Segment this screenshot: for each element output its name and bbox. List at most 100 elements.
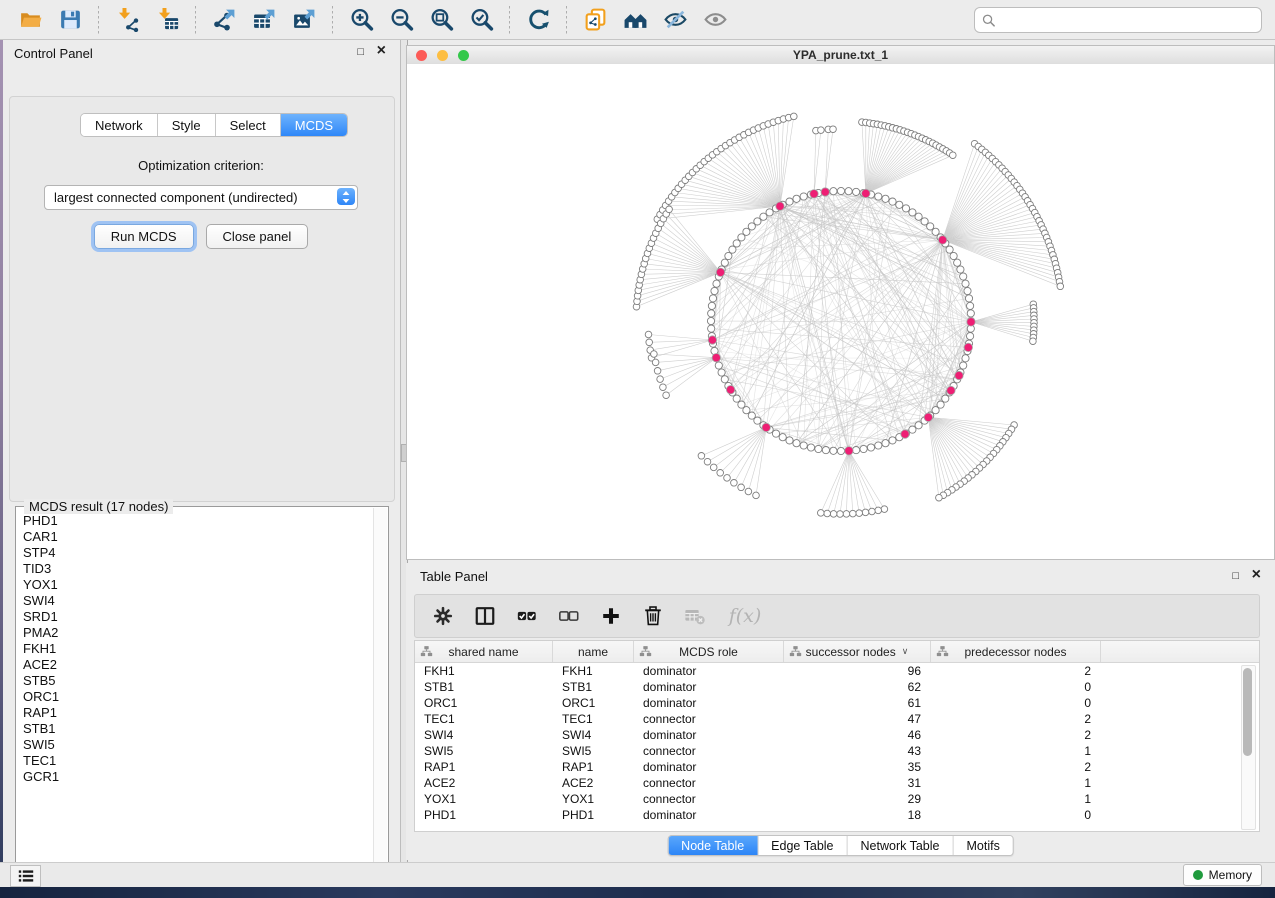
select-all-rows-button[interactable] (513, 602, 541, 630)
table-cell: 2 (931, 759, 1101, 775)
table-cell: STB1 (553, 679, 634, 695)
export-image-button[interactable] (284, 3, 324, 37)
deselect-all-rows-button[interactable] (555, 602, 583, 630)
mcds-result-item[interactable]: STP4 (17, 545, 374, 561)
first-neighbors-button[interactable] (615, 3, 655, 37)
memory-button[interactable]: Memory (1183, 864, 1262, 886)
toolbar-separator (195, 6, 196, 34)
tab-mcds[interactable]: MCDS (281, 114, 347, 136)
hide-selected-button[interactable] (655, 3, 695, 37)
table-row[interactable]: ACE2ACE2connector311 (415, 775, 1259, 791)
table-settings-button[interactable] (429, 602, 457, 630)
tab-network-table[interactable]: Network Table (848, 836, 954, 855)
open-file-button[interactable] (10, 3, 50, 37)
clone-network-button[interactable] (575, 3, 615, 37)
add-column-button[interactable] (597, 602, 625, 630)
mcds-result-list[interactable]: PHD1CAR1STP4TID3YOX1SWI4SRD1PMA2FKH1ACE2… (17, 513, 374, 878)
table-row[interactable]: SWI4SWI4dominator462 (415, 727, 1259, 743)
table-row[interactable]: STB1STB1dominator620 (415, 679, 1259, 695)
table-row[interactable]: RAP1RAP1dominator352 (415, 759, 1259, 775)
close-panel-icon[interactable]: × (377, 45, 386, 57)
table-row[interactable]: ORC1ORC1dominator610 (415, 695, 1259, 711)
table-cell: FKH1 (415, 663, 553, 679)
mcds-result-item[interactable]: ORC1 (17, 689, 374, 705)
sort-chevron-icon[interactable]: ∨ (902, 646, 909, 657)
table-cell: dominator (634, 679, 784, 695)
search-input[interactable] (996, 12, 1255, 28)
column-header-MCDS-role[interactable]: MCDS role (634, 641, 784, 662)
mcds-result-item[interactable]: PHD1 (17, 513, 374, 529)
mcds-result-item[interactable]: RAP1 (17, 705, 374, 721)
mcds-result-item[interactable]: CAR1 (17, 529, 374, 545)
mcds-result-item[interactable]: STB5 (17, 673, 374, 689)
table-row[interactable]: YOX1YOX1connector291 (415, 791, 1259, 807)
column-header-successor-nodes[interactable]: successor nodes∨ (784, 641, 931, 662)
mcds-result-item[interactable]: SWI4 (17, 593, 374, 609)
column-header-shared-name[interactable]: shared name (415, 641, 553, 662)
mcds-result-item[interactable]: YOX1 (17, 577, 374, 593)
table-cell: SWI5 (415, 743, 553, 759)
mcds-result-item[interactable]: ACE2 (17, 657, 374, 673)
table-cell: connector (634, 775, 784, 791)
table-scrollbar[interactable] (1241, 665, 1256, 830)
mcds-result-item[interactable]: STB1 (17, 721, 374, 737)
tab-motifs[interactable]: Motifs (953, 836, 1012, 855)
refresh-button[interactable] (518, 3, 558, 37)
export-network-button[interactable] (204, 3, 244, 37)
select-stepper-icon[interactable] (337, 188, 355, 205)
zoom-in-button[interactable] (341, 3, 381, 37)
tab-edge-table[interactable]: Edge Table (758, 836, 847, 855)
save-session-button[interactable] (50, 3, 90, 37)
memory-status-icon (1193, 870, 1203, 880)
import-network-button[interactable] (107, 3, 147, 37)
import-table-button[interactable] (147, 3, 187, 37)
export-table-button[interactable] (244, 3, 284, 37)
column-header-name[interactable]: name (553, 641, 634, 662)
zoom-in-icon (349, 7, 374, 32)
window-minimize-icon[interactable] (437, 50, 448, 61)
table-row[interactable]: PHD1PHD1dominator180 (415, 807, 1259, 823)
mcds-result-item[interactable]: GCR1 (17, 769, 374, 785)
task-history-button[interactable] (10, 865, 41, 887)
zoom-fit-button[interactable] (421, 3, 461, 37)
mcds-list-scrollbar[interactable] (373, 508, 387, 878)
table-row[interactable]: SWI5SWI5connector431 (415, 743, 1259, 759)
mcds-result-item[interactable]: TEC1 (17, 753, 374, 769)
split-panel-button[interactable] (471, 602, 499, 630)
tab-style[interactable]: Style (158, 114, 216, 136)
table-cell: dominator (634, 759, 784, 775)
optimization-criterion-select[interactable]: largest connected component (undirected) (44, 185, 358, 210)
mcds-result-item[interactable]: SWI5 (17, 737, 374, 753)
network-view-window: YPA_prune.txt_1 (406, 45, 1275, 560)
zoom-selected-button[interactable] (461, 3, 501, 37)
table-row[interactable]: FKH1FKH1dominator962 (415, 663, 1259, 679)
mcds-result-item[interactable]: SRD1 (17, 609, 374, 625)
mcds-result-group: MCDS result (17 nodes) PHD1CAR1STP4TID3Y… (15, 506, 389, 880)
list-icon (18, 869, 34, 883)
eye-icon (703, 7, 728, 32)
network-window-titlebar[interactable]: YPA_prune.txt_1 (407, 46, 1274, 65)
column-header-predecessor-nodes[interactable]: predecessor nodes (931, 641, 1101, 662)
delete-column-button[interactable] (639, 602, 667, 630)
run-mcds-button[interactable]: Run MCDS (94, 224, 194, 249)
close-panel-button[interactable]: Close panel (206, 224, 309, 249)
network-canvas[interactable] (407, 64, 1274, 558)
tab-network[interactable]: Network (81, 114, 158, 136)
mcds-result-item[interactable]: FKH1 (17, 641, 374, 657)
search-box[interactable] (974, 7, 1262, 33)
table-cell: STB1 (415, 679, 553, 695)
float-panel-icon[interactable]: □ (357, 45, 364, 59)
table-row[interactable]: TEC1TEC1connector472 (415, 711, 1259, 727)
window-close-icon[interactable] (416, 50, 427, 61)
table-close-icon[interactable]: × (1252, 569, 1261, 581)
show-all-button[interactable] (695, 3, 735, 37)
tab-node-table[interactable]: Node Table (668, 836, 758, 855)
tab-select[interactable]: Select (216, 114, 281, 136)
table-scrollbar-thumb[interactable] (1243, 668, 1252, 756)
table-float-icon[interactable]: □ (1232, 569, 1239, 583)
network-graph[interactable] (407, 64, 1274, 558)
mcds-result-item[interactable]: TID3 (17, 561, 374, 577)
zoom-out-button[interactable] (381, 3, 421, 37)
window-zoom-icon[interactable] (458, 50, 469, 61)
mcds-result-item[interactable]: PMA2 (17, 625, 374, 641)
